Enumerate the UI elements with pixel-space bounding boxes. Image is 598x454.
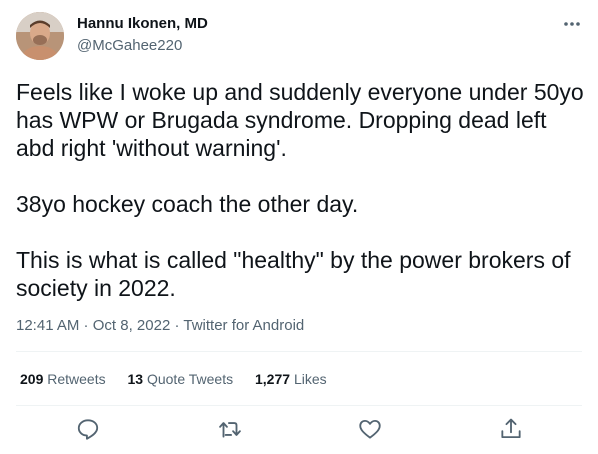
engagement-stats: 209 Retweets 13 Quote Tweets 1,277 Likes (20, 371, 345, 387)
meta-separator: · (170, 317, 184, 334)
tweet-time[interactable]: 12:41 AM (16, 317, 79, 334)
likes-stat[interactable]: 1,277 Likes (255, 371, 327, 387)
avatar[interactable] (16, 12, 64, 60)
action-bar (0, 416, 598, 444)
share-icon[interactable] (498, 416, 524, 442)
quotes-label: Quote Tweets (146, 371, 234, 387)
like-icon[interactable] (357, 416, 383, 442)
author-name[interactable]: Hannu Ikonen, MD (77, 15, 208, 32)
retweets-label: Retweets (47, 371, 106, 387)
likes-label: Likes (293, 371, 327, 387)
quotes-count: 13 (127, 371, 144, 387)
tweet-paragraph: Feels like I woke up and suddenly everyo… (16, 79, 584, 161)
divider (16, 405, 582, 406)
retweet-icon[interactable] (217, 416, 243, 442)
retweets-stat[interactable]: 209 Retweets (20, 371, 106, 387)
likes-count: 1,277 (255, 371, 291, 387)
tweet-text: Feels like I woke up and suddenly everyo… (16, 78, 586, 302)
more-options-icon[interactable] (560, 14, 584, 34)
author-handle[interactable]: @McGahee220 (77, 37, 182, 54)
tweet-source[interactable]: Twitter for Android (183, 317, 304, 334)
tweet-paragraph: 38yo hockey coach the other day. (16, 191, 359, 217)
tweet-paragraph: This is what is called "healthy" by the … (16, 247, 571, 301)
reply-icon[interactable] (75, 416, 101, 442)
tweet-card: Hannu Ikonen, MD @McGahee220 Feels like … (0, 0, 598, 454)
divider (16, 351, 582, 352)
tweet-metadata: 12:41 AM · Oct 8, 2022 · Twitter for And… (16, 317, 304, 334)
retweets-count: 209 (20, 371, 44, 387)
profile-photo-icon (16, 12, 64, 60)
quote-tweets-stat[interactable]: 13 Quote Tweets (128, 371, 234, 387)
meta-separator: · (79, 317, 93, 334)
tweet-date[interactable]: Oct 8, 2022 (93, 317, 171, 334)
